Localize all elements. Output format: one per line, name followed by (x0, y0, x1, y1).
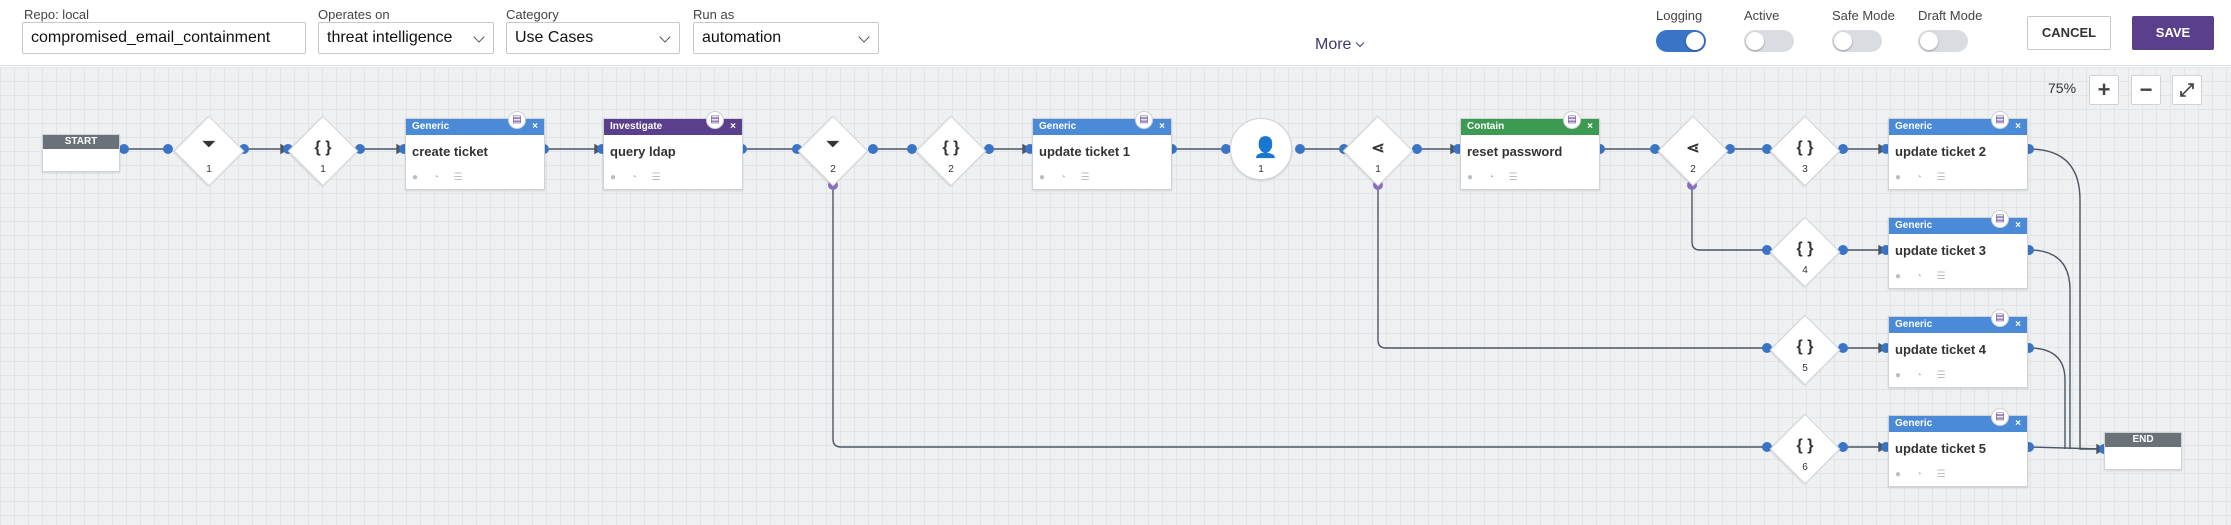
braces-icon: { } (314, 139, 332, 156)
block-title: update ticket 5 (1895, 441, 1987, 456)
braces-icon: { } (1796, 240, 1814, 257)
block-title: update ticket 3 (1895, 243, 1987, 258)
action-block-update-ticket-5[interactable]: Generic × ▤ update ticket 5 ● ◔ ☰ (1888, 408, 2028, 487)
close-icon[interactable]: × (2015, 317, 2021, 333)
decision-icon: ⋖ (1371, 140, 1385, 157)
action-block-update-ticket-4[interactable]: Generic × ▤ update ticket 4 ● ◔ ☰ (1888, 309, 2028, 388)
node-number: 2 (830, 164, 836, 175)
block-footer-icons: ● ◔ ☰ (1895, 271, 1952, 282)
block-footer-icons: ● ◔ ☰ (1467, 172, 1524, 183)
braces-icon: { } (1796, 437, 1814, 454)
node-number: 6 (1802, 462, 1808, 473)
action-block-update-ticket-3[interactable]: Generic × ▤ update ticket 3 ● ◔ ☰ (1888, 210, 2028, 289)
notes-icon[interactable]: ▤ (1991, 309, 2009, 327)
block-footer-icons: ● ◔ ☰ (1039, 172, 1096, 183)
fit-to-screen-button[interactable]: ⤢ (2172, 75, 2202, 105)
block-title: create ticket (412, 144, 488, 159)
node-number: 4 (1802, 265, 1808, 276)
block-footer-icons: ● ◔ ☰ (1895, 370, 1952, 381)
start-node[interactable]: START (42, 134, 120, 172)
notes-icon[interactable]: ▤ (1563, 111, 1581, 129)
zoom-in-button[interactable]: + (2089, 75, 2119, 105)
action-block-create-ticket[interactable]: Generic × ▤ create ticket ● ◔ ☰ (405, 111, 545, 190)
notes-icon[interactable]: ▤ (1991, 408, 2009, 426)
node-number: 2 (948, 164, 954, 175)
decision-icon: ⋖ (1686, 140, 1700, 157)
block-title: update ticket 2 (1895, 144, 1987, 159)
zoom-level: 75% (2048, 80, 2077, 96)
braces-icon: { } (1796, 139, 1814, 156)
end-label: END (2105, 433, 2181, 447)
notes-icon[interactable]: ▤ (1991, 111, 2009, 129)
action-block-update-ticket-1[interactable]: Generic × ▤ update ticket 1 ● ◔ ☰ (1032, 111, 1172, 190)
block-footer-icons: ● ◔ ☰ (1895, 469, 1952, 480)
user-check-icon: 👤 (1253, 137, 1278, 159)
action-block-query-ldap[interactable]: Investigate × ▤ query ldap ● ◔ ☰ (603, 111, 743, 190)
close-icon[interactable]: × (2015, 218, 2021, 234)
close-icon[interactable]: × (2015, 119, 2021, 135)
block-title: query ldap (610, 144, 676, 159)
block-footer-icons: ● ◔ ☰ (412, 172, 469, 183)
notes-icon[interactable]: ▤ (1135, 111, 1153, 129)
start-label: START (43, 135, 119, 149)
action-block-reset-password[interactable]: Contain × ▤ reset password ● ◔ ☰ (1460, 111, 1600, 190)
block-footer-icons: ● ◔ ☰ (610, 172, 667, 183)
braces-icon: { } (1796, 338, 1814, 355)
prompt-node[interactable]: 👤 1 (1230, 118, 1292, 180)
filter-icon: ⏷ (826, 136, 840, 153)
node-number: 1 (1258, 164, 1264, 175)
block-footer-icons: ● ◔ ☰ (1895, 172, 1952, 183)
block-title: update ticket 1 (1039, 144, 1131, 159)
end-node[interactable]: END (2104, 432, 2182, 470)
node-number: 2 (1690, 164, 1696, 175)
notes-icon[interactable]: ▤ (1991, 210, 2009, 228)
block-title: reset password (1467, 144, 1563, 159)
zoom-out-button[interactable]: − (2131, 75, 2161, 105)
filter-icon: ⏷ (202, 136, 216, 153)
close-icon[interactable]: × (1587, 119, 1593, 135)
block-title: update ticket 4 (1895, 342, 1987, 357)
node-number: 1 (206, 164, 212, 175)
notes-icon[interactable]: ▤ (508, 111, 526, 129)
node-number: 1 (1375, 164, 1381, 175)
action-block-update-ticket-2[interactable]: Generic × ▤ update ticket 2 ● ◔ ☰ (1888, 111, 2028, 190)
braces-icon: { } (942, 139, 960, 156)
close-icon[interactable]: × (532, 119, 538, 135)
notes-icon[interactable]: ▤ (706, 111, 724, 129)
close-icon[interactable]: × (1159, 119, 1165, 135)
close-icon[interactable]: × (2015, 416, 2021, 432)
node-number: 3 (1802, 164, 1808, 175)
node-number: 1 (320, 164, 326, 175)
close-icon[interactable]: × (730, 119, 736, 135)
node-number: 5 (1802, 363, 1808, 374)
